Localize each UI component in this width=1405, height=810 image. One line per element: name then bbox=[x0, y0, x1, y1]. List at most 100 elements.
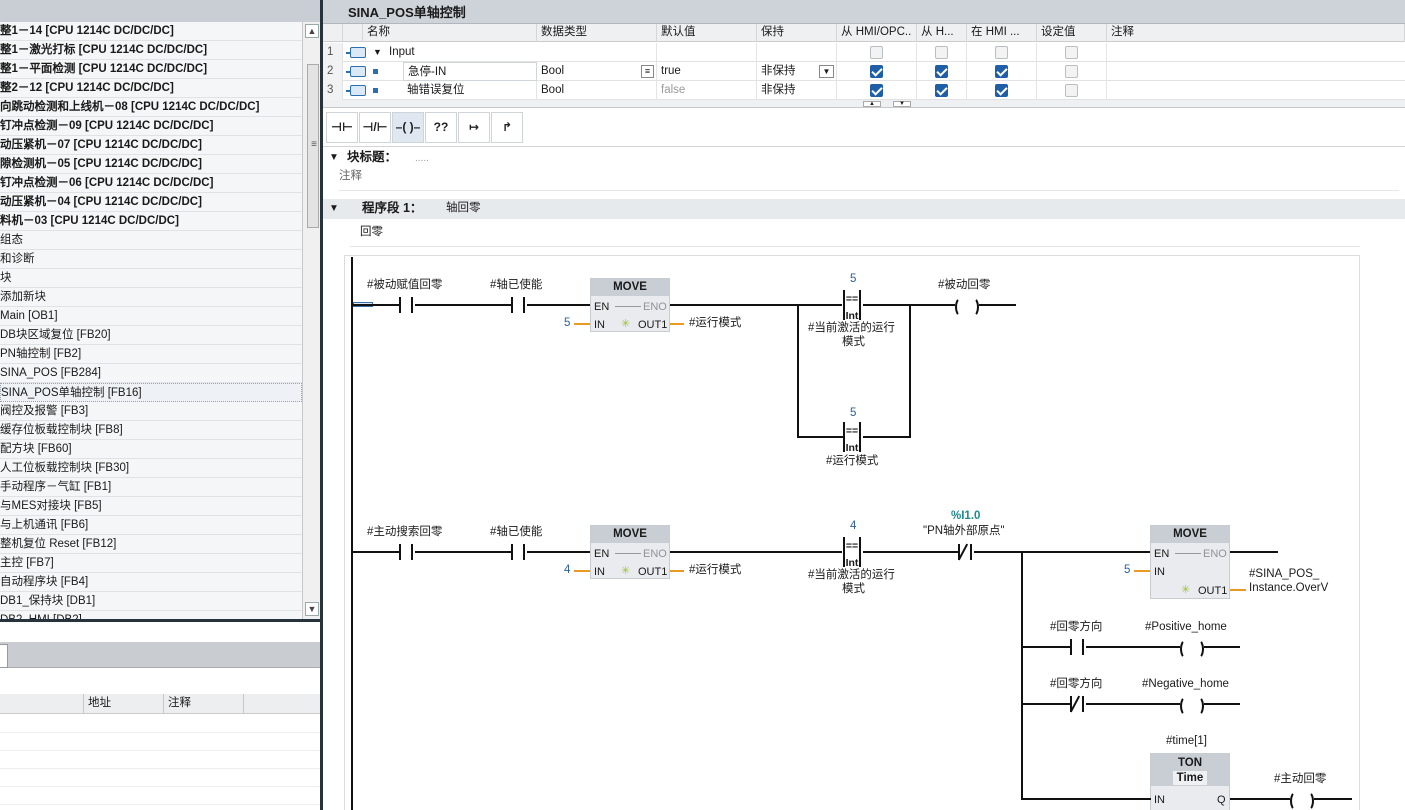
col-hmi-visible[interactable]: 在 HMI ... bbox=[967, 24, 1037, 42]
tree-item[interactable]: 自动程序块 [FB4] bbox=[0, 573, 302, 592]
tree-item[interactable]: 与MES对接块 [FB5] bbox=[0, 497, 302, 516]
comment-cell[interactable] bbox=[1107, 62, 1405, 81]
tree-scrollbar[interactable]: ▲ ≡ ▼ bbox=[302, 22, 320, 619]
col-default[interactable]: 默认值 bbox=[657, 24, 757, 42]
move-in-value[interactable]: 4 bbox=[564, 564, 570, 577]
col-comment[interactable]: 注释 bbox=[1107, 24, 1405, 42]
collapse-icon[interactable]: ▼ bbox=[329, 153, 339, 163]
tree-device-item[interactable]: 隙检测机－05 [CPU 1214C DC/DC/DC] bbox=[0, 155, 302, 174]
tree-item[interactable]: 组态 bbox=[0, 231, 302, 250]
checkbox[interactable] bbox=[935, 84, 948, 97]
interface-row[interactable]: 1 ▼ Input bbox=[323, 43, 1405, 62]
checkbox[interactable] bbox=[995, 65, 1008, 78]
checkbox[interactable] bbox=[1065, 46, 1078, 59]
contact-active-search[interactable] bbox=[399, 544, 413, 560]
cmp-label[interactable]: #当前激活的运行 bbox=[808, 569, 895, 582]
cmp-label[interactable]: #当前激活的运行 bbox=[808, 322, 895, 335]
compare-block-3[interactable]: == Int bbox=[843, 537, 861, 568]
ton-block[interactable]: TON Time IN Q bbox=[1150, 753, 1230, 810]
name-cell[interactable]: Input bbox=[385, 43, 537, 62]
checkbox[interactable] bbox=[870, 46, 883, 59]
tree-device-item[interactable]: 钉冲点检测－09 [CPU 1214C DC/DC/DC] bbox=[0, 117, 302, 136]
list-icon[interactable]: ≡ bbox=[641, 65, 654, 78]
coil-icon[interactable]: –( )– bbox=[392, 112, 424, 143]
type-cell[interactable]: Bool bbox=[537, 62, 657, 81]
tree-item[interactable]: 和诊断 bbox=[0, 250, 302, 269]
default-cell[interactable]: false bbox=[657, 81, 757, 100]
expand-down-icon[interactable]: ▼ bbox=[893, 101, 911, 107]
tree-item[interactable]: DB块区域复位 [FB20] bbox=[0, 326, 302, 345]
tree-device-item[interactable]: 料机－03 [CPU 1214C DC/DC/DC] bbox=[0, 212, 302, 231]
scroll-down-icon[interactable]: ▼ bbox=[305, 602, 319, 616]
tree-item[interactable]: 添加新块 bbox=[0, 288, 302, 307]
tree-device-item[interactable]: 动压紧机－07 [CPU 1214C DC/DC/DC] bbox=[0, 136, 302, 155]
tree-item[interactable]: PN轴控制 [FB2] bbox=[0, 345, 302, 364]
comment-cell[interactable] bbox=[1107, 81, 1405, 100]
checkbox[interactable] bbox=[995, 46, 1008, 59]
open-branch-icon[interactable]: ↦ bbox=[458, 112, 490, 143]
checkbox[interactable] bbox=[935, 46, 948, 59]
type-cell[interactable] bbox=[537, 43, 657, 62]
cmp-value[interactable]: 5 bbox=[850, 273, 856, 286]
tree-item[interactable]: 阀控及报警 [FB3] bbox=[0, 402, 302, 421]
network-title[interactable]: 轴回零 bbox=[446, 202, 481, 215]
col-retain[interactable]: 保持 bbox=[757, 24, 837, 42]
checkbox[interactable] bbox=[1065, 65, 1078, 78]
checkbox[interactable] bbox=[935, 65, 948, 78]
tree-device-item[interactable]: 动压紧机－04 [CPU 1214C DC/DC/DC] bbox=[0, 193, 302, 212]
col-name[interactable]: 名称 bbox=[363, 24, 537, 42]
checkbox[interactable] bbox=[1065, 84, 1078, 97]
coil-positive-home[interactable] bbox=[1180, 639, 1204, 659]
move-out-label[interactable]: #SINA_POS_ bbox=[1249, 568, 1319, 581]
comment-cell[interactable] bbox=[1107, 43, 1405, 62]
tree-device-item[interactable]: 整1－平面检测 [CPU 1214C DC/DC/DC] bbox=[0, 60, 302, 79]
col-hmi-access[interactable]: 从 HMI/OPC.. bbox=[837, 24, 917, 42]
tree-device-item[interactable]: 整1－激光打标 [CPU 1214C DC/DC/DC] bbox=[0, 41, 302, 60]
block-comment[interactable]: 注释 bbox=[339, 170, 362, 183]
tree-item[interactable]: SINA_POS单轴控制 [FB16] bbox=[0, 383, 302, 402]
interface-row[interactable]: 3 轴错误复位 Bool false 非保持 bbox=[323, 81, 1405, 100]
no-contact-icon[interactable]: ⊣⊢ bbox=[326, 112, 358, 143]
coil-passive-home[interactable] bbox=[955, 297, 979, 317]
move-block[interactable]: MOVE EN ENO IN ✳ OUT1 bbox=[590, 525, 670, 579]
tree-item[interactable]: SINA_POS [FB284] bbox=[0, 364, 302, 383]
contact-axis-enabled[interactable] bbox=[511, 297, 525, 313]
col-address[interactable]: 地址 bbox=[84, 694, 164, 714]
scroll-up-icon[interactable]: ▲ bbox=[305, 24, 319, 38]
contact-home-direction-neg[interactable] bbox=[1070, 696, 1084, 712]
interface-splitter[interactable]: ▲ ▼ bbox=[323, 100, 1405, 108]
col-setpoint[interactable]: 设定值 bbox=[1037, 24, 1107, 42]
type-cell[interactable]: Bool bbox=[537, 81, 657, 100]
details-tab[interactable] bbox=[0, 644, 8, 668]
dropdown-icon[interactable]: ▼ bbox=[819, 65, 834, 78]
checkbox[interactable] bbox=[870, 65, 883, 78]
name-cell[interactable]: 轴错误复位 bbox=[403, 81, 537, 100]
compare-block[interactable]: == Int bbox=[843, 290, 861, 321]
tree-item[interactable]: DB1_保持块 [DB1] bbox=[0, 592, 302, 611]
move-in-value[interactable]: 5 bbox=[1124, 564, 1130, 577]
tree-item[interactable]: 缓存位板载控制块 [FB8] bbox=[0, 421, 302, 440]
contact-pn-home[interactable] bbox=[958, 544, 972, 560]
checkbox[interactable] bbox=[870, 84, 883, 97]
tree-device-item[interactable]: 整2－12 [CPU 1214C DC/DC/DC] bbox=[0, 79, 302, 98]
name-cell[interactable]: 急停-IN bbox=[403, 62, 537, 81]
empty-box-icon[interactable]: ?? bbox=[425, 112, 457, 143]
retain-cell[interactable] bbox=[757, 43, 837, 62]
tree-item[interactable]: 人工位板载控制块 [FB30] bbox=[0, 459, 302, 478]
tree-item[interactable]: 主控 [FB7] bbox=[0, 554, 302, 573]
coil-active-home[interactable] bbox=[1290, 791, 1314, 810]
interface-row[interactable]: 2 急停-IN Bool ≡ true 非保持 ▼ bbox=[323, 62, 1405, 81]
move-in-value[interactable]: 5 bbox=[564, 317, 570, 330]
tree-item[interactable]: 与上机通讯 [FB6] bbox=[0, 516, 302, 535]
default-cell[interactable]: true bbox=[657, 62, 757, 81]
ton-instance[interactable]: #time[1] bbox=[1166, 735, 1207, 748]
col-hmi-write[interactable]: 从 H... bbox=[917, 24, 967, 42]
contact-passive-zero[interactable] bbox=[399, 297, 413, 313]
checkbox[interactable] bbox=[995, 84, 1008, 97]
tree-device-item[interactable]: 钉冲点检测－06 [CPU 1214C DC/DC/DC] bbox=[0, 174, 302, 193]
col-name[interactable] bbox=[0, 694, 84, 714]
nc-contact-icon[interactable]: ⊣/⊢ bbox=[359, 112, 391, 143]
cmp-value[interactable]: 4 bbox=[850, 520, 856, 533]
cmp-value[interactable]: 5 bbox=[850, 407, 856, 420]
move-out-label[interactable]: #运行模式 bbox=[689, 564, 741, 577]
